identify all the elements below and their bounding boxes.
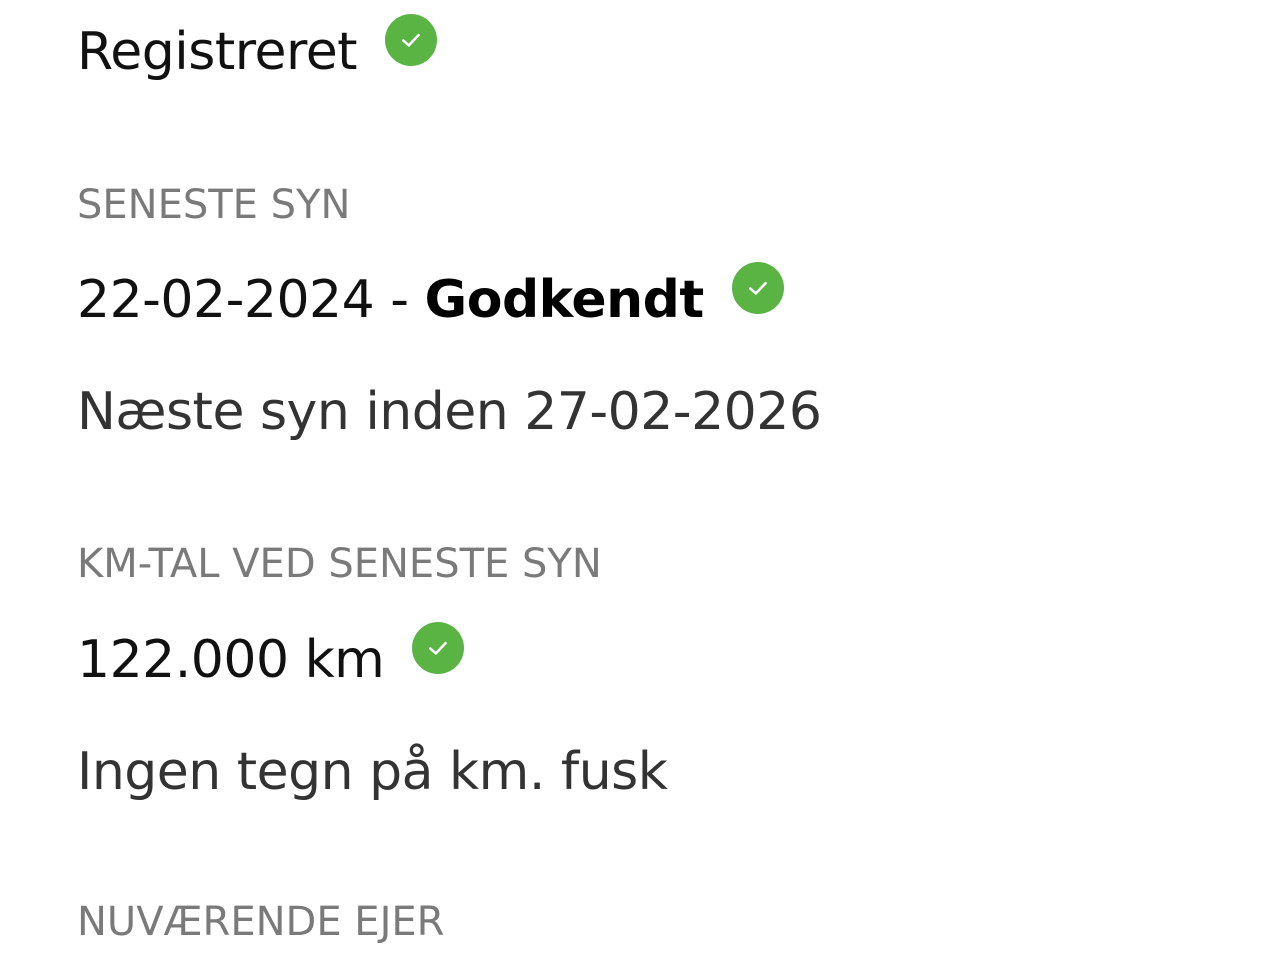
mileage-fraud-text: Ingen tegn på km. fusk bbox=[77, 742, 668, 802]
inspection-result-text: Godkendt bbox=[424, 270, 705, 330]
check-circle-icon bbox=[412, 622, 465, 674]
registration-status: Registreret bbox=[77, 14, 438, 84]
mileage-section-label: KM-TAL VED SENESTE SYN bbox=[77, 541, 602, 587]
registration-status-text: Registreret bbox=[77, 22, 358, 82]
inspection-result: 22-02-2024 - Godkendt bbox=[77, 262, 784, 332]
next-inspection-text: Næste syn inden 27-02-2026 bbox=[77, 382, 822, 442]
current-owner-section-label: NUVÆRENDE EJER bbox=[77, 899, 445, 945]
inspection-date: 22-02-2024 bbox=[77, 270, 375, 330]
check-circle-icon bbox=[731, 262, 784, 314]
check-circle-icon bbox=[385, 14, 438, 66]
mileage-value: 122.000 km bbox=[77, 622, 465, 692]
mileage-value-text: 122.000 km bbox=[77, 630, 385, 690]
inspection-section-label: SENESTE SYN bbox=[77, 182, 351, 228]
inspection-separator: - bbox=[374, 270, 425, 330]
